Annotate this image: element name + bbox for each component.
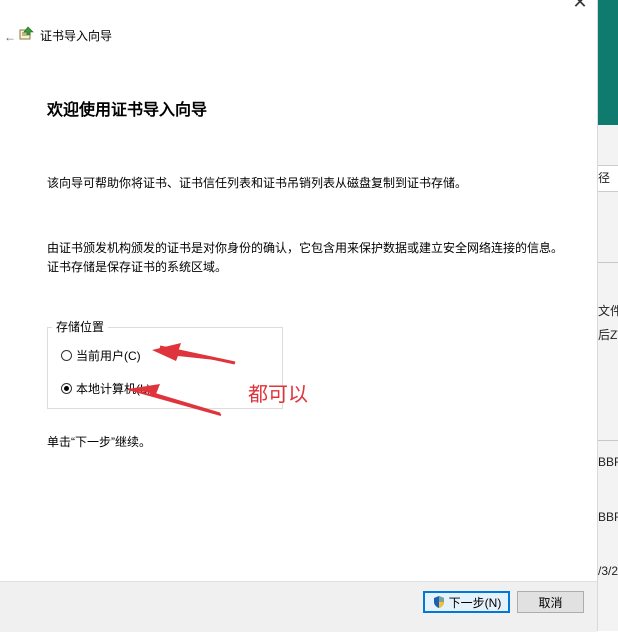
background-divider <box>598 440 618 441</box>
page-title: 欢迎使用证书导入向导 <box>47 102 208 119</box>
back-arrow-icon[interactable]: ← <box>4 30 16 44</box>
cancel-button-label: 取消 <box>538 595 563 610</box>
radio-button[interactable] <box>61 383 72 394</box>
background-text: 径 <box>598 171 611 185</box>
background-text: BBF5 <box>598 510 618 524</box>
radio-current-user[interactable]: 当前用户(C) <box>61 347 141 364</box>
background-text: 后ZTD <box>598 328 618 342</box>
certificate-info-text: 由证书颁发机构颁发的证书是对你身份的确认，它包含用来保护数据或建立安全网络连接的… <box>47 241 564 274</box>
description-text: 该向导可帮助你将证书、证书信任列表和证书吊销列表从磁盘复制到证书存储。 <box>47 176 468 190</box>
close-button[interactable]: ✕ <box>566 0 594 16</box>
wizard-title: 证书导入向导 <box>40 29 113 43</box>
store-location-legend: 存储位置 <box>52 318 109 335</box>
certificate-import-wizard: ✕ ← 证书导入向导 欢迎使用证书导入向导 该向导可帮助你将证书、证书信任列表和… <box>0 0 598 631</box>
background-text: /3/2 <box>598 564 618 578</box>
continue-instruction: 单击“下一步”继续。 <box>47 435 151 449</box>
background-text: 文件友 <box>598 304 618 318</box>
next-button-label: 下一步(N) <box>448 595 502 610</box>
radio-button[interactable] <box>61 350 72 361</box>
background-divider <box>598 262 618 263</box>
background-text: BBF5 <box>598 455 618 469</box>
radio-local-machine[interactable]: 本地计算机(L) <box>61 380 151 397</box>
uac-shield-icon <box>433 596 444 608</box>
certificate-wizard-icon <box>19 26 34 40</box>
cancel-button[interactable]: 取消 <box>517 591 584 613</box>
radio-label: 本地计算机(L) <box>76 382 151 396</box>
next-button[interactable]: 下一步(N) <box>423 591 510 613</box>
annotation-text: 都可以 <box>248 384 308 406</box>
radio-label: 当前用户(C) <box>76 349 141 363</box>
background-window <box>598 125 618 631</box>
background-window-header <box>598 0 618 125</box>
